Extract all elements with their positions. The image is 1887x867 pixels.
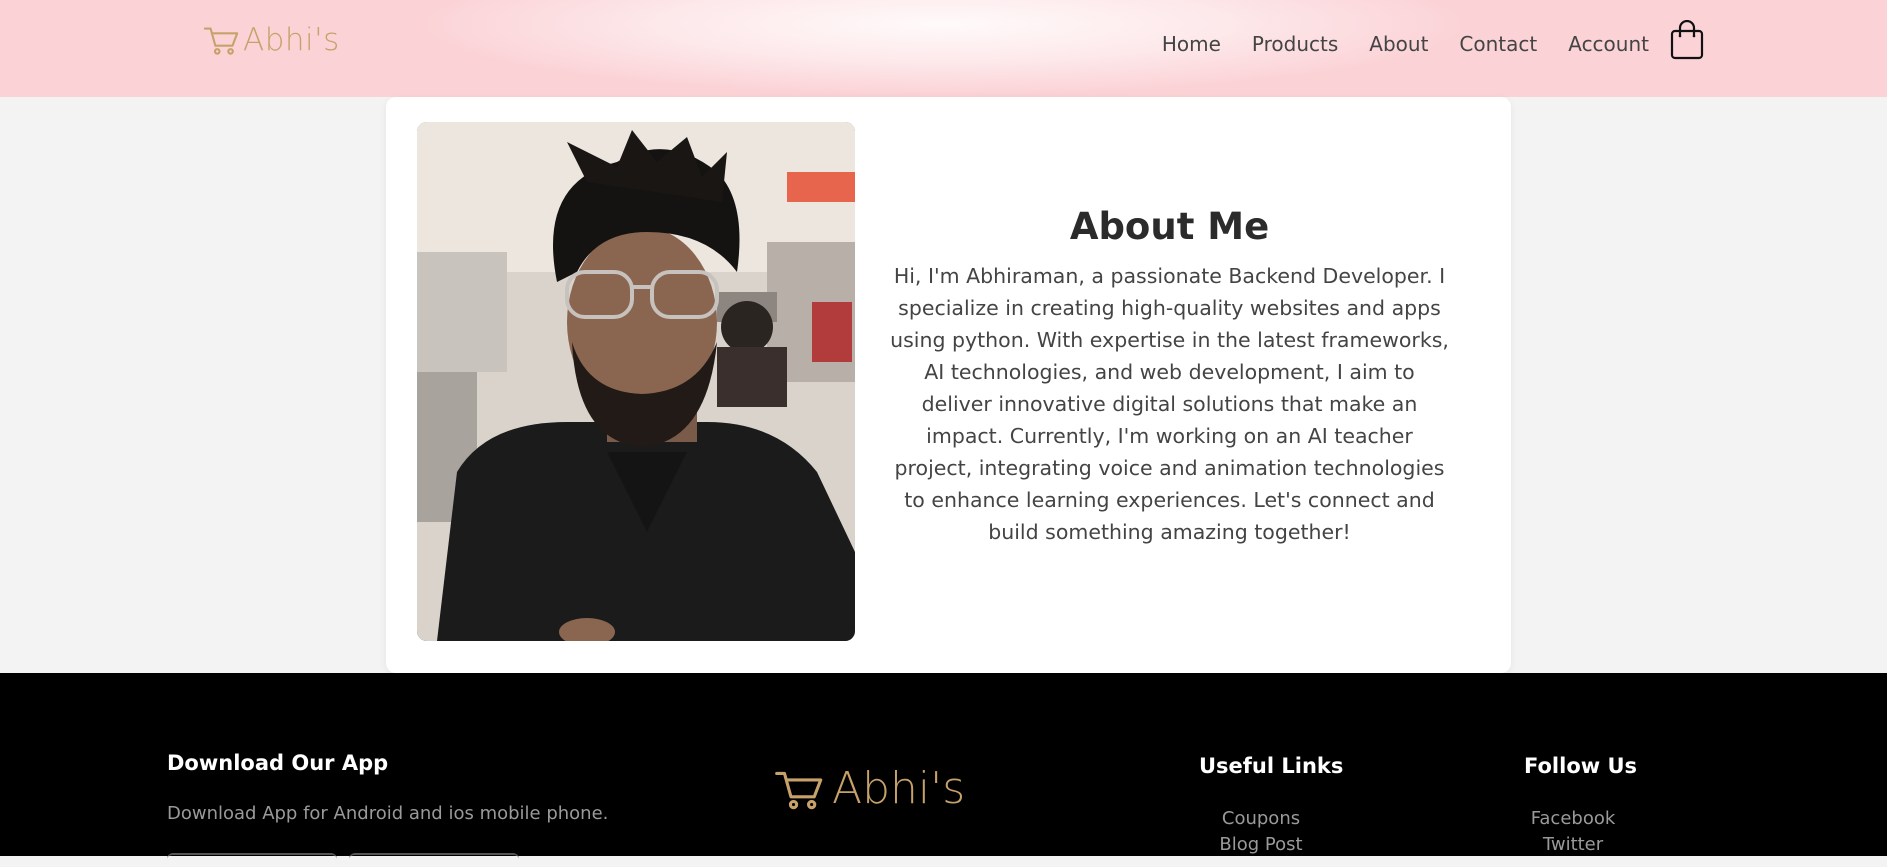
nav-home[interactable]: Home [1162,32,1221,56]
nav-products[interactable]: Products [1252,32,1338,56]
follow-us-heading: Follow Us [1524,754,1638,778]
useful-links-list: Coupons Blog Post [1199,806,1323,858]
link-twitter[interactable]: Twitter [1543,832,1603,858]
link-coupons[interactable]: Coupons [1222,806,1300,832]
android-badge[interactable] [167,853,337,867]
nav-contact[interactable]: Contact [1459,32,1537,56]
useful-links-heading: Useful Links [1199,754,1344,778]
site-footer: Download Our App Download App for Androi… [0,673,1887,856]
link-blog-post[interactable]: Blog Post [1219,832,1302,858]
site-header: Abhi's Home Products About Contact Accou… [0,0,1887,97]
profile-photo [417,122,855,641]
site-logo[interactable]: Abhi's [203,20,340,60]
download-app-heading: Download Our App [167,751,389,775]
about-text-block: About Me Hi, I'm Abhiraman, a passionate… [886,205,1453,548]
link-facebook[interactable]: Facebook [1531,806,1616,832]
footer-logo[interactable]: Abhi's [774,763,965,814]
cart-icon [775,771,823,809]
main-nav: Home Products About Contact Account [1162,27,1649,61]
nav-account[interactable]: Account [1568,32,1649,56]
about-title: About Me [1069,205,1270,248]
nav-about[interactable]: About [1369,32,1428,56]
footer-logo-text: Abhi's [832,763,966,814]
about-description: Hi, I'm Abhiraman, a passionate Backend … [890,264,1449,544]
download-app-description: Download App for Android and ios mobile … [167,803,609,824]
follow-us-list: Facebook Twitter [1524,806,1622,858]
app-store-badges [167,853,519,867]
about-card: About Me Hi, I'm Abhiraman, a passionate… [386,97,1511,673]
shopping-bag-icon [1670,19,1704,60]
logo-text: Abhi's [243,22,340,58]
ios-badge[interactable] [349,853,519,867]
cart-icon [203,27,239,55]
cart-button[interactable] [1669,19,1705,60]
